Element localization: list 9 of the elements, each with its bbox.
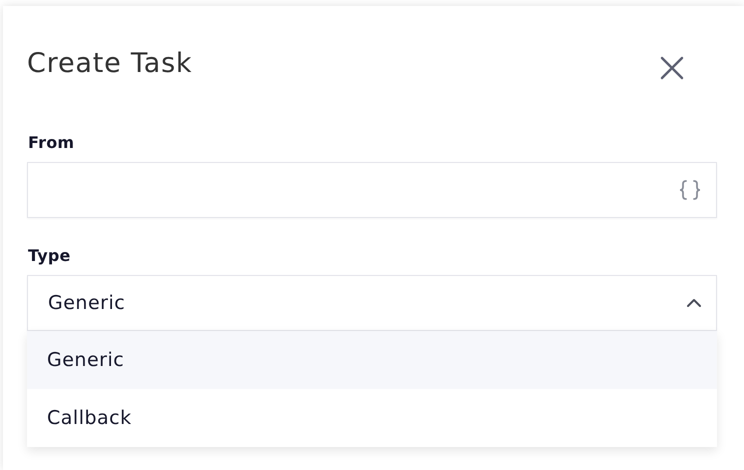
dropdown-option[interactable]: Generic [27, 331, 717, 389]
from-field[interactable] [27, 162, 717, 218]
field-label: Type [28, 246, 72, 265]
braces-icon[interactable] [678, 179, 702, 201]
chevron-up-icon [686, 298, 702, 308]
dialog-title: Create Task [27, 48, 192, 79]
type-dropdown[interactable]: Generic [27, 275, 717, 331]
field-label: From [28, 133, 76, 152]
dropdown-option[interactable]: Callback [27, 389, 717, 447]
